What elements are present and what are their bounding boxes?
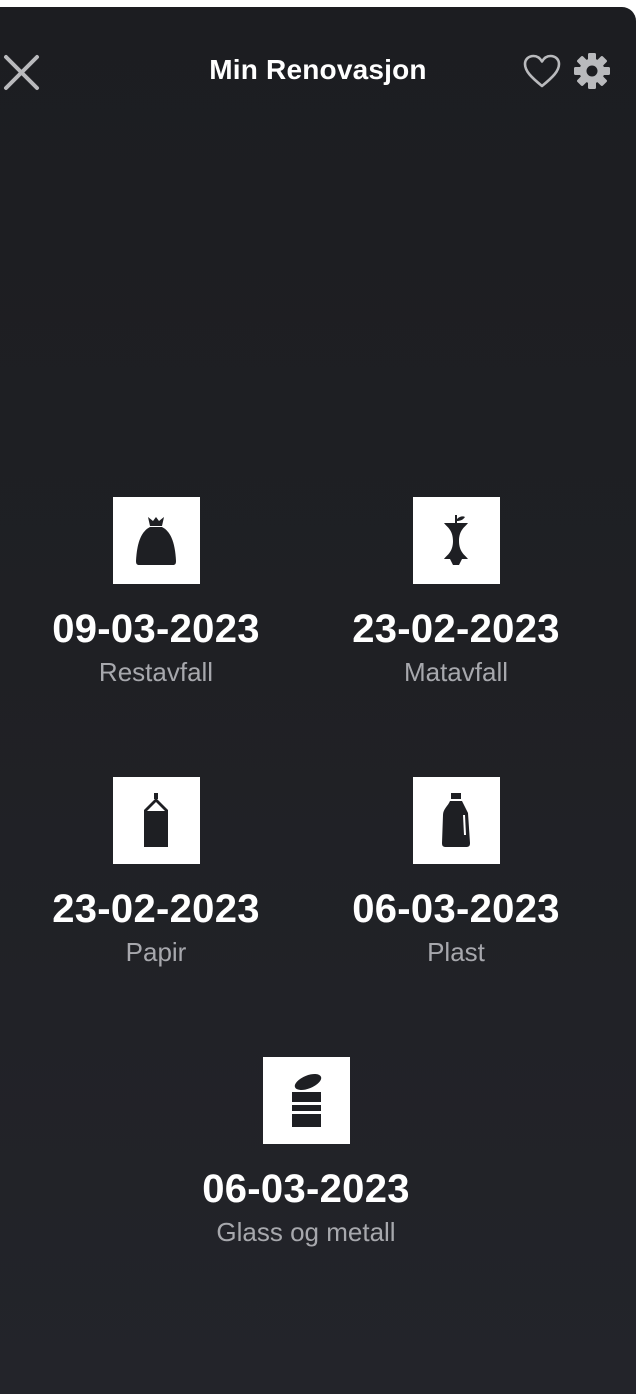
- pickup-label: Papir: [125, 937, 187, 967]
- icon-tile: [412, 497, 500, 584]
- trash-bag-icon: [136, 516, 176, 565]
- favorite-button[interactable]: [522, 52, 562, 92]
- pickup-glass-og-metall: 06-03-2023 Glass og metall: [156, 1057, 456, 1248]
- pickup-plast: 06-03-2023 Plast: [306, 777, 606, 968]
- icon-tile: [412, 777, 500, 864]
- pickup-date: 23-02-2023: [52, 887, 260, 931]
- pickup-date: 23-02-2023: [352, 607, 560, 651]
- pickup-date: 09-03-2023: [52, 607, 260, 651]
- pickup-matavfall: 23-02-2023 Matavfall: [306, 497, 606, 688]
- pickup-label: Plast: [427, 937, 485, 967]
- pickup-date: 06-03-2023: [352, 887, 560, 931]
- pickup-label: Glass og metall: [216, 1217, 396, 1247]
- pickup-label: Restavfall: [98, 657, 214, 687]
- pickup-restavfall: 09-03-2023 Restavfall: [6, 497, 306, 688]
- settings-button[interactable]: [572, 51, 612, 91]
- icon-tile: [262, 1057, 350, 1144]
- milk-carton-icon: [144, 792, 168, 847]
- apple-core-icon: [444, 514, 468, 565]
- top-bar: Min Renovasjon: [0, 7, 636, 133]
- plastic-bottle-icon: [442, 792, 470, 847]
- heart-outline-icon: [523, 54, 561, 88]
- icon-tile: [112, 777, 200, 864]
- icon-tile: [112, 497, 200, 584]
- can-jar-icon: [292, 1073, 322, 1127]
- gear-icon: [574, 53, 610, 89]
- pickup-papir: 23-02-2023 Papir: [6, 777, 306, 968]
- pickup-date: 06-03-2023: [202, 1167, 410, 1211]
- pickup-label: Matavfall: [403, 657, 509, 687]
- app-panel: Min Renovasjon 09-03-2023 Restavfall 23-…: [0, 7, 636, 1394]
